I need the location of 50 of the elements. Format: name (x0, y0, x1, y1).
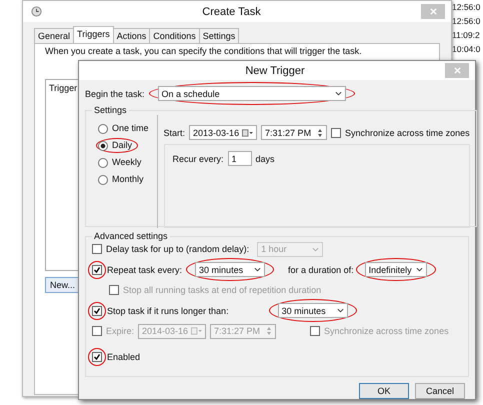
spinner-icon (266, 326, 272, 336)
recur-input[interactable]: 1 (228, 151, 252, 166)
checkbox-label: Stop task if it runs longer than: (107, 306, 229, 316)
caret-icon (254, 267, 262, 272)
repeat-checkbox[interactable] (92, 264, 102, 274)
dialog-title: New Trigger (244, 64, 306, 76)
checkbox-label: Enabled (107, 352, 140, 362)
checkbox-label: Repeat task every: (107, 264, 182, 274)
description-text: When you create a task, you can specify the conditions that will trigger the task. (45, 46, 363, 57)
sync-checkbox[interactable]: Synchronize across time zones (331, 128, 470, 138)
cancel-button[interactable]: Cancel (415, 383, 465, 399)
ok-button[interactable]: OK (359, 383, 409, 399)
begin-label: Begin the task: (85, 88, 145, 98)
unit-label: days (256, 154, 275, 164)
tab[interactable]: Triggers (73, 26, 114, 43)
schedule-radio[interactable]: Monthly (98, 174, 144, 185)
caret-icon (334, 91, 342, 96)
calendar-icon (242, 128, 254, 136)
timestamp: 11:09:2 (452, 30, 480, 40)
tab[interactable]: General (34, 28, 74, 43)
stop-checkbox[interactable] (92, 306, 102, 316)
timestamp: 12:56:0 (452, 16, 480, 26)
column-header: Trigger (49, 83, 78, 93)
spinner-icon (317, 128, 324, 138)
repeat-dropdown[interactable]: 30 minutes (195, 262, 266, 277)
duration-label: for a duration of: (288, 264, 354, 274)
recur-label: Recur every: (172, 154, 224, 164)
clock-icon (31, 6, 42, 17)
close-icon (430, 8, 436, 15)
close-icon (454, 67, 460, 74)
schedule-radio[interactable]: One time (98, 123, 149, 134)
tab[interactable]: Settings (198, 28, 240, 43)
timestamp: 10:04:0 (452, 44, 480, 54)
start-label: Start: (164, 128, 186, 138)
duration-dropdown[interactable]: Indefinitely (364, 262, 427, 277)
enabled-checkbox[interactable] (92, 352, 102, 362)
timestamp: 12:56:0 (452, 2, 480, 12)
caret-icon (336, 308, 344, 313)
date-picker[interactable]: 2013-03-16 (189, 125, 258, 140)
schedule-radio[interactable]: Daily (98, 140, 136, 151)
group-legend: Advanced settings (92, 231, 170, 241)
caret-icon (416, 267, 423, 272)
calendar-icon (191, 327, 202, 335)
schedule-radio[interactable]: Weekly (98, 157, 142, 168)
window-title: Create Task (201, 6, 262, 18)
group-legend: Settings (92, 105, 129, 115)
stop-dropdown[interactable]: 30 minutes (278, 303, 348, 318)
time-field[interactable]: 7:31:27 PM (261, 125, 328, 140)
begin-dropdown[interactable]: On a schedule (158, 86, 346, 101)
caret-icon (312, 246, 320, 252)
